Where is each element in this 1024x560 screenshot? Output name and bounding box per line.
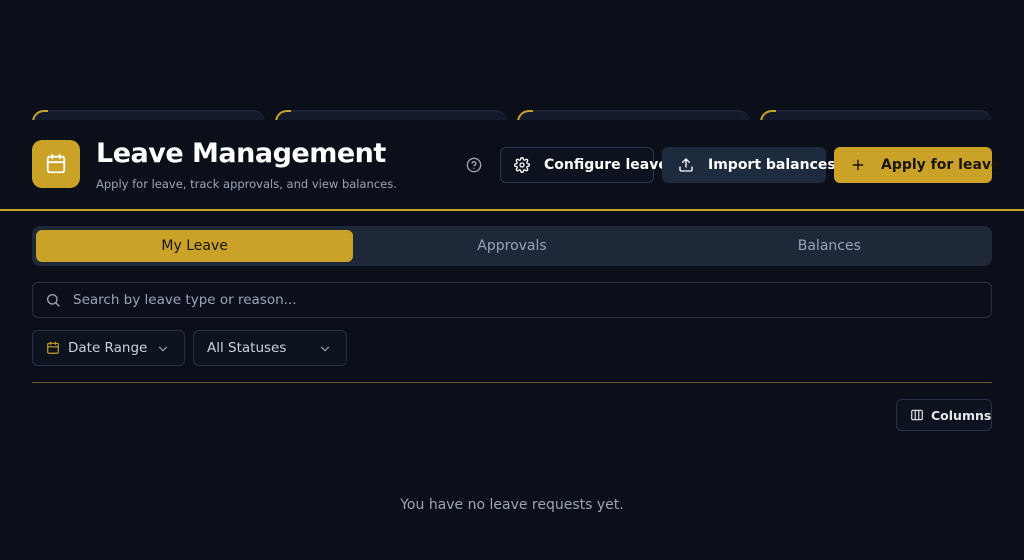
date-range-label: Date Range [68, 340, 148, 356]
status-filter[interactable]: All Statuses [193, 330, 347, 366]
tab-balances[interactable]: Balances [671, 230, 988, 262]
search-icon [45, 292, 61, 308]
page-header: Leave Management Apply for leave, track … [0, 120, 1024, 210]
import-balances-label: Import balances [708, 157, 836, 173]
page-subtitle: Apply for leave, track approvals, and vi… [96, 177, 397, 191]
date-range-filter[interactable]: Date Range [32, 330, 185, 366]
tab-my-leave[interactable]: My Leave [36, 230, 354, 262]
chevron-down-icon [156, 342, 170, 356]
plus-icon [851, 158, 865, 172]
header-divider [0, 209, 1024, 211]
upload-icon [678, 157, 694, 173]
calendar-icon [32, 140, 80, 188]
configure-leave-label: Configure leave [544, 157, 668, 173]
configure-leave-button[interactable]: Configure leave [500, 147, 668, 183]
gear-icon [514, 157, 530, 173]
tab-approvals[interactable]: Approvals [353, 230, 670, 262]
search-box [32, 282, 992, 318]
search-input[interactable] [73, 292, 991, 308]
columns-icon [910, 408, 924, 422]
import-balances-button[interactable]: Import balances [662, 147, 836, 183]
columns-label: Columns [931, 407, 992, 423]
help-circle-icon[interactable] [465, 156, 483, 174]
section-divider [32, 382, 992, 383]
chevron-down-icon [318, 342, 332, 356]
apply-for-leave-label: Apply for leave [881, 157, 1001, 173]
empty-state-message: You have no leave requests yet. [400, 497, 624, 513]
tab-bar: My Leave Approvals Balances [32, 226, 992, 266]
calendar-icon [46, 341, 60, 355]
apply-for-leave-button[interactable]: Apply for leave [834, 147, 1001, 183]
columns-button[interactable]: Columns [896, 399, 992, 431]
status-filter-label: All Statuses [207, 340, 287, 356]
page-title: Leave Management [96, 138, 386, 169]
